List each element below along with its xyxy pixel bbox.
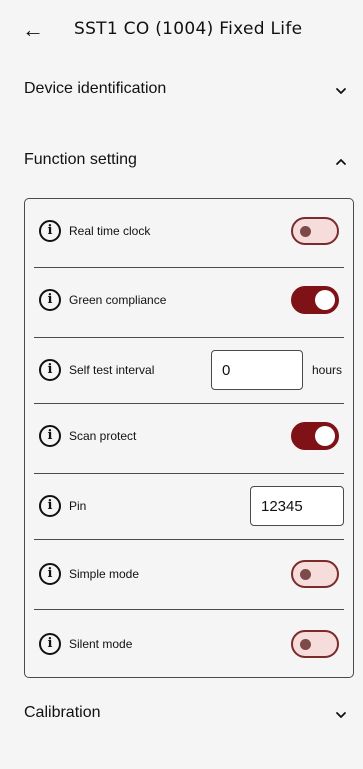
toggle-knob — [315, 426, 335, 446]
silent-mode-toggle[interactable] — [291, 630, 339, 658]
toggle-knob — [300, 639, 311, 650]
info-icon[interactable]: i — [39, 563, 61, 585]
self-test-interval-input[interactable] — [211, 350, 303, 390]
chevron-up-icon — [336, 159, 346, 165]
setting-label: Silent mode — [69, 637, 133, 651]
section-device-identification[interactable]: Device identification — [0, 70, 363, 110]
scan-protect-toggle[interactable] — [291, 422, 339, 450]
pin-input[interactable] — [250, 486, 344, 526]
chevron-down-icon — [336, 712, 346, 718]
setting-label: Self test interval — [69, 363, 155, 377]
info-icon[interactable]: i — [39, 633, 61, 655]
setting-row-green-compliance: i Green compliance — [25, 268, 353, 336]
section-label: Function setting — [24, 151, 137, 168]
setting-row-scan-protect: i Scan protect — [25, 404, 353, 472]
setting-label: Simple mode — [69, 567, 140, 581]
chevron-down-icon — [336, 88, 346, 94]
setting-label: Real time clock — [69, 224, 151, 238]
real-time-clock-toggle[interactable] — [291, 217, 339, 245]
back-arrow-icon[interactable]: ← — [22, 18, 44, 42]
info-icon[interactable]: i — [39, 495, 61, 517]
info-icon[interactable]: i — [39, 425, 61, 447]
info-icon[interactable]: i — [39, 359, 61, 381]
info-icon[interactable]: i — [39, 289, 61, 311]
setting-label: Green compliance — [69, 293, 167, 307]
function-setting-panel: i Real time clock i Green compliance i S… — [24, 198, 354, 678]
toggle-knob — [315, 290, 335, 310]
section-calibration[interactable]: Calibration — [0, 694, 363, 734]
setting-row-real-time-clock: i Real time clock — [25, 199, 353, 267]
unit-label: hours — [312, 363, 343, 377]
setting-row-self-test-interval: i Self test interval hours — [25, 338, 353, 406]
section-label: Calibration — [24, 704, 101, 721]
setting-label: Pin — [69, 499, 87, 513]
toggle-knob — [300, 226, 311, 237]
setting-row-pin: i Pin — [25, 474, 353, 542]
setting-row-simple-mode: i Simple mode — [25, 540, 353, 608]
setting-label: Scan protect — [69, 429, 137, 443]
toggle-knob — [300, 569, 311, 580]
green-compliance-toggle[interactable] — [291, 286, 339, 314]
simple-mode-toggle[interactable] — [291, 560, 339, 588]
section-function-setting[interactable]: Function setting — [0, 141, 363, 181]
info-icon[interactable]: i — [39, 220, 61, 242]
setting-row-silent-mode: i Silent mode — [25, 610, 353, 678]
app-header: ← SST1 CO (1004) Fixed Life — [0, 0, 363, 60]
page-title: SST1 CO (1004) Fixed Life — [74, 19, 303, 39]
section-label: Device identification — [24, 80, 167, 97]
